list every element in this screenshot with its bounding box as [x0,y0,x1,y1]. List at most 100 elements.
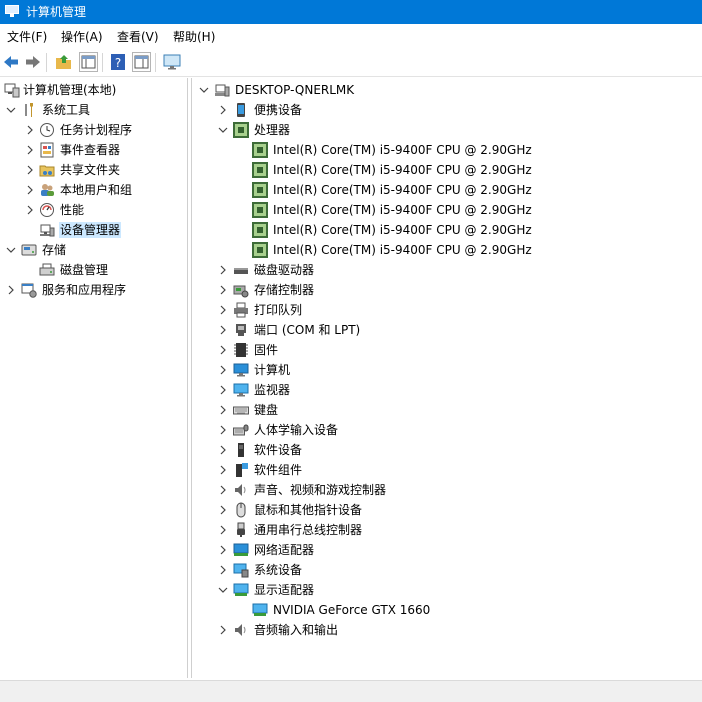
device-category-print-queues[interactable]: 打印队列 [192,300,702,320]
tree-item-services-applications[interactable]: 服务和应用程序 [0,280,187,300]
device-item-cpu[interactable]: Intel(R) Core(TM) i5-9400F CPU @ 2.90GHz [192,220,702,240]
device-item-cpu[interactable]: Intel(R) Core(TM) i5-9400F CPU @ 2.90GHz [192,200,702,220]
menu-action[interactable]: 操作(A) [61,29,103,45]
device-category-hid[interactable]: 人体学输入设备 [192,420,702,440]
device-item-cpu[interactable]: Intel(R) Core(TM) i5-9400F CPU @ 2.90GHz [192,160,702,180]
device-category-sound-video-game[interactable]: 声音、视频和游戏控制器 [192,480,702,500]
monitor-icon[interactable] [163,53,181,71]
chevron-right-icon[interactable] [217,500,229,520]
device-category-network-adapters[interactable]: 网络适配器 [192,540,702,560]
chevron-right-icon[interactable] [217,300,229,320]
tree-item-system-tools[interactable]: 系统工具 [0,100,187,120]
chevron-right-icon[interactable] [217,520,229,540]
tree-item-event-viewer[interactable]: 事件查看器 [0,140,187,160]
device-category-label: 网络适配器 [254,543,315,557]
chevron-right-icon[interactable] [217,460,229,480]
device-category-portable[interactable]: 便携设备 [192,100,702,120]
help-icon[interactable]: ? [109,53,127,71]
processor-icon [252,162,268,178]
device-category-audio-io[interactable]: 音频输入和输出 [192,620,702,640]
tree-item-local-users-groups[interactable]: 本地用户和组 [0,180,187,200]
chevron-right-icon[interactable] [24,180,36,200]
chevron-right-icon[interactable] [217,560,229,580]
chevron-right-icon[interactable] [217,100,229,120]
chevron-down-icon[interactable] [5,240,17,260]
device-root-computer[interactable]: DESKTOP-QNERLMK [192,80,702,100]
chevron-right-icon[interactable] [217,380,229,400]
speaker-icon [235,484,246,496]
forward-icon[interactable] [24,53,42,71]
tree-item-task-scheduler[interactable]: 任务计划程序 [0,120,187,140]
chevron-right-icon[interactable] [217,420,229,440]
tree-item-storage[interactable]: 存储 [0,240,187,260]
device-category-label: 处理器 [254,123,291,137]
device-category-label: 声音、视频和游戏控制器 [254,483,387,497]
device-item-gpu[interactable]: NVIDIA GeForce GTX 1660 [192,600,702,620]
chevron-right-icon[interactable] [217,620,229,640]
chevron-right-icon[interactable] [217,260,229,280]
chevron-right-icon[interactable] [217,320,229,340]
up-folder-icon[interactable] [55,53,73,71]
chevron-down-icon[interactable] [217,120,229,140]
menu-view[interactable]: 查看(V) [117,29,159,45]
title-bar: 计算机管理 [0,0,702,24]
chevron-right-icon[interactable] [24,160,36,180]
device-category-mice[interactable]: 鼠标和其他指针设备 [192,500,702,520]
device-item-cpu[interactable]: Intel(R) Core(TM) i5-9400F CPU @ 2.90GHz [192,180,702,200]
device-item-cpu[interactable]: Intel(R) Core(TM) i5-9400F CPU @ 2.90GHz [192,240,702,260]
menu-file[interactable]: 文件(F) [7,29,47,45]
services-icon [21,283,37,298]
device-item-label: Intel(R) Core(TM) i5-9400F CPU @ 2.90GHz [273,243,532,257]
console-tree-pane[interactable]: 计算机管理(本地) 系统工具 任务计划程序 事件查看器 共享文件夹 本地用户和组… [0,78,188,678]
processor-icon [252,182,268,198]
window-title: 计算机管理 [26,5,87,19]
chevron-right-icon[interactable] [217,400,229,420]
tree-item-disk-management[interactable]: 磁盘管理 [0,260,187,280]
chevron-right-icon[interactable] [217,540,229,560]
device-item-cpu[interactable]: Intel(R) Core(TM) i5-9400F CPU @ 2.90GHz [192,140,702,160]
menu-help[interactable]: 帮助(H) [173,29,215,45]
tree-item-shared-folders[interactable]: 共享文件夹 [0,160,187,180]
chevron-right-icon[interactable] [217,340,229,360]
tree-item-label: 系统工具 [42,103,91,117]
device-category-system-devices[interactable]: 系统设备 [192,560,702,580]
back-icon[interactable] [2,53,20,71]
device-category-keyboards[interactable]: 键盘 [192,400,702,420]
chevron-right-icon[interactable] [5,280,17,300]
device-category-computer[interactable]: 计算机 [192,360,702,380]
tree-item-label: 性能 [60,203,85,217]
device-category-software-components[interactable]: 软件组件 [192,460,702,480]
display-adapter-icon [252,603,268,616]
chevron-down-icon[interactable] [5,100,17,120]
show-hide-console-tree-icon[interactable] [79,52,98,72]
tree-item-label: 服务和应用程序 [42,283,127,297]
processor-icon [252,202,268,218]
chevron-right-icon[interactable] [217,360,229,380]
tree-item-computer-management-local[interactable]: 计算机管理(本地) [0,80,187,100]
tree-item-device-manager[interactable]: 设备管理器 [0,220,187,240]
device-category-processor[interactable]: 处理器 [192,120,702,140]
chevron-right-icon[interactable] [217,280,229,300]
device-category-ports[interactable]: 端口 (COM 和 LPT) [192,320,702,340]
device-category-firmware[interactable]: 固件 [192,340,702,360]
device-category-monitors[interactable]: 监视器 [192,380,702,400]
device-category-label: 音频输入和输出 [254,623,339,637]
device-category-software-devices[interactable]: 软件设备 [192,440,702,460]
device-tree-pane[interactable]: DESKTOP-QNERLMK 便携设备 处理器 Intel(R) Core(T… [191,78,702,678]
users-icon [41,184,54,196]
tree-item-performance[interactable]: 性能 [0,200,187,220]
device-category-storage-controllers[interactable]: 存储控制器 [192,280,702,300]
chevron-down-icon[interactable] [198,80,210,100]
chevron-down-icon[interactable] [217,580,229,600]
device-category-usb-controllers[interactable]: 通用串行总线控制器 [192,520,702,540]
chevron-right-icon[interactable] [24,140,36,160]
chevron-right-icon[interactable] [24,120,36,140]
computer-management-icon [4,83,20,98]
device-category-disk-drives[interactable]: 磁盘驱动器 [192,260,702,280]
chevron-right-icon[interactable] [217,440,229,460]
device-category-display-adapters[interactable]: 显示适配器 [192,580,702,600]
action-pane-icon[interactable] [132,52,151,72]
chevron-right-icon[interactable] [217,480,229,500]
chevron-right-icon[interactable] [24,200,36,220]
event-viewer-icon [40,142,54,158]
